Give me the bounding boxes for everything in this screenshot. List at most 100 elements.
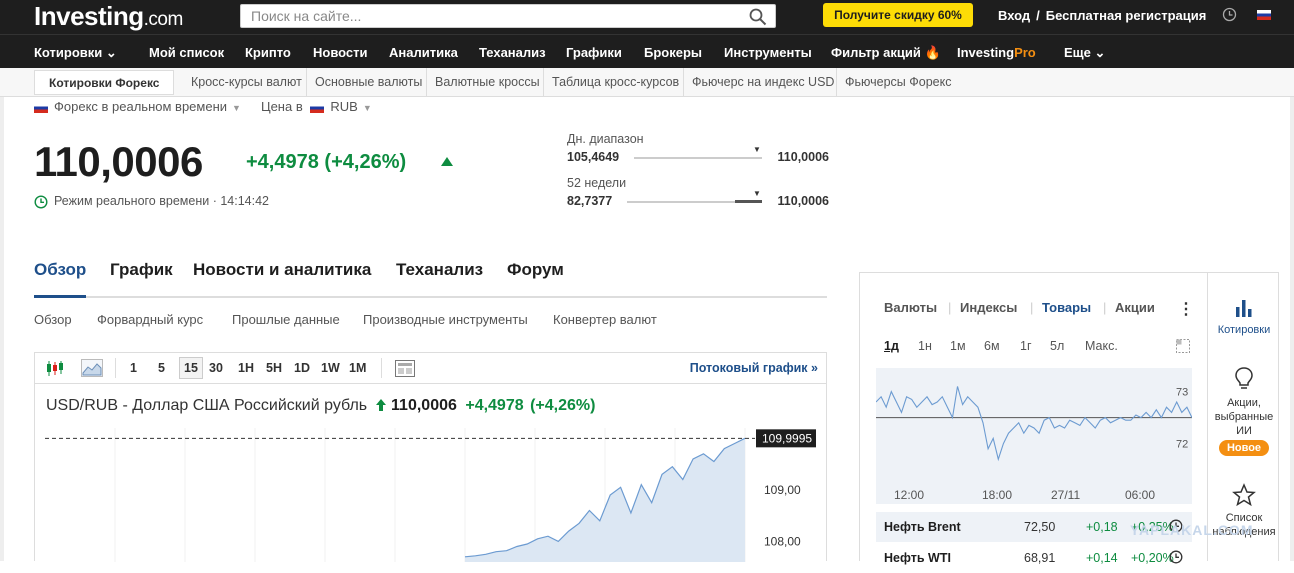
change-abs: +4,4978 bbox=[246, 151, 319, 173]
forex-subnav: Котировки Форекс Кросс-курсы валют Основ… bbox=[0, 68, 1294, 97]
day-low: 105,4649 bbox=[567, 150, 620, 164]
tab-commodities[interactable]: Товары bbox=[1042, 300, 1091, 315]
login-link[interactable]: Вход bbox=[998, 8, 1030, 23]
range-marker-icon: ▼ bbox=[753, 145, 761, 154]
nav-tools[interactable]: Инструменты bbox=[724, 45, 812, 60]
dropdown-arrow-icon[interactable]: ▼ bbox=[232, 103, 241, 113]
streaming-chart-link[interactable]: Потоковый график » bbox=[690, 361, 818, 375]
period-max[interactable]: Макс. bbox=[1085, 339, 1118, 353]
subnav-currency-crosses[interactable]: Валютные кроссы bbox=[435, 75, 540, 89]
y-tick-label: 109,00 bbox=[764, 483, 801, 497]
period-1w[interactable]: 1н bbox=[918, 339, 932, 353]
subnav-cross-rates[interactable]: Кросс-курсы валют bbox=[191, 75, 302, 89]
row-name[interactable]: Нефть WTI bbox=[884, 551, 951, 565]
interval-1m[interactable]: 1 bbox=[130, 361, 137, 375]
investing-logo[interactable]: Investing.com bbox=[34, 1, 183, 32]
candlestick-icon[interactable] bbox=[45, 360, 65, 377]
y-tick-label: 108,00 bbox=[764, 534, 801, 548]
tab-chart[interactable]: График bbox=[110, 260, 173, 280]
x-tick-label: 06:00 bbox=[1125, 488, 1155, 502]
nav-analytics[interactable]: Аналитика bbox=[389, 45, 458, 60]
tab-stocks[interactable]: Акции bbox=[1115, 300, 1155, 315]
tab-news[interactable]: Новости и аналитика bbox=[193, 260, 371, 280]
subnav-cross-table[interactable]: Таблица кросс-курсов bbox=[552, 75, 679, 89]
ai-picks-label: ИИ bbox=[1236, 425, 1252, 437]
subnav-usd-index-futures[interactable]: Фьючерс на индекс USD bbox=[692, 75, 834, 89]
interval-15m[interactable]: 15 bbox=[179, 357, 203, 379]
subtab-overview[interactable]: Обзор bbox=[34, 312, 72, 327]
area-chart-icon[interactable] bbox=[81, 359, 103, 377]
nav-technical[interactable]: Теханализ bbox=[479, 45, 546, 60]
sidebar-ai-picks[interactable]: Акции, выбранные ИИ Новое bbox=[1208, 366, 1280, 456]
sidebar-quotes[interactable]: Котировки bbox=[1208, 297, 1280, 337]
interval-1h[interactable]: 1H bbox=[238, 361, 254, 375]
subtab-historical[interactable]: Прошлые данные bbox=[232, 312, 340, 327]
dropdown-arrow-icon[interactable]: ▼ bbox=[363, 103, 372, 113]
table-row[interactable]: Нефть WTI 68,91 +0,14 +0,20% bbox=[876, 543, 1192, 573]
row-name[interactable]: Нефть Brent bbox=[884, 520, 961, 534]
tab-overview[interactable]: Обзор bbox=[34, 260, 86, 280]
change-pct: (+4,26%) bbox=[324, 151, 407, 173]
subtab-derivatives[interactable]: Производные инструменты bbox=[363, 312, 528, 327]
tab-currencies[interactable]: Валюты bbox=[884, 300, 937, 315]
nav-investing-pro[interactable]: InvestingPro bbox=[957, 45, 1036, 60]
interval-1mo[interactable]: 1M bbox=[349, 361, 366, 375]
register-link[interactable]: Бесплатная регистрация bbox=[1046, 8, 1207, 23]
right-sidebar: Котировки Акции, выбранные ИИ Новое Спис… bbox=[1207, 272, 1279, 561]
subnav-forex-quotes[interactable]: Котировки Форекс bbox=[34, 70, 175, 95]
nav-more[interactable]: Еще ⌄ bbox=[1064, 45, 1105, 61]
brent-mini-chart[interactable]: 73 72 12:00 18:00 27/11 06:00 bbox=[876, 368, 1192, 508]
chevron-down-icon: ⌄ bbox=[105, 45, 117, 60]
period-1d[interactable]: 1д bbox=[884, 339, 899, 353]
interval-1d[interactable]: 1D bbox=[294, 361, 310, 375]
tab-forum[interactable]: Форум bbox=[507, 260, 564, 280]
nav-charts[interactable]: Графики bbox=[566, 45, 622, 60]
nav-news[interactable]: Новости bbox=[313, 45, 368, 60]
chart-change: +4,4978 bbox=[465, 397, 524, 414]
market-label[interactable]: Форекс в реальном времени bbox=[54, 99, 227, 114]
watermark: YAPLAKAL.COM bbox=[1130, 522, 1254, 538]
subnav-forex-futures[interactable]: Фьючерсы Форекс bbox=[845, 75, 951, 89]
language-flag-icon[interactable] bbox=[1257, 10, 1271, 20]
more-options-icon[interactable]: ⋮ bbox=[1178, 299, 1194, 319]
fullscreen-icon[interactable] bbox=[395, 360, 415, 377]
week52-label: 52 недели bbox=[567, 176, 627, 190]
x-tick-label: 12:00 bbox=[894, 488, 924, 502]
day-range-label: Дн. диапазон bbox=[567, 132, 644, 146]
interval-5h[interactable]: 5H bbox=[266, 361, 282, 375]
tab-indices[interactable]: Индексы bbox=[960, 300, 1017, 315]
tab-separator: | bbox=[1103, 300, 1107, 315]
pro-label-main: Investing bbox=[957, 45, 1015, 60]
logo-main: Investing bbox=[34, 1, 144, 31]
tab-technical[interactable]: Теханализ bbox=[396, 260, 483, 280]
chevron-down-icon: ⌄ bbox=[1094, 45, 1106, 60]
nav-watchlist[interactable]: Мой список bbox=[149, 45, 224, 60]
last-price: 110,0006 bbox=[34, 138, 203, 185]
interval-5m[interactable]: 5 bbox=[158, 361, 165, 375]
last-price-label: 109,9995 bbox=[762, 431, 812, 445]
interval-30m[interactable]: 30 bbox=[209, 361, 223, 375]
search-icon[interactable] bbox=[749, 8, 767, 26]
period-1m[interactable]: 1м bbox=[950, 339, 966, 353]
nav-brokers[interactable]: Брокеры bbox=[644, 45, 702, 60]
logo-suffix: .com bbox=[143, 9, 184, 30]
subtab-converter[interactable]: Конвертер валют bbox=[553, 312, 657, 327]
period-6m[interactable]: 6м bbox=[984, 339, 1000, 353]
period-1y[interactable]: 1г bbox=[1020, 339, 1032, 353]
sidebar-quotes-label: Котировки bbox=[1217, 324, 1271, 336]
clock-icon[interactable] bbox=[1222, 7, 1237, 22]
search-input[interactable] bbox=[241, 5, 731, 27]
nav-quotes[interactable]: Котировки ⌄ bbox=[34, 45, 117, 61]
nav-screener[interactable]: Фильтр акций 🔥 bbox=[831, 45, 941, 61]
nav-crypto[interactable]: Крипто bbox=[245, 45, 291, 60]
promo-button[interactable]: Получите скидку 60% bbox=[823, 3, 973, 27]
toolbar-divider bbox=[381, 358, 382, 378]
interval-1w[interactable]: 1W bbox=[321, 361, 340, 375]
expand-icon[interactable] bbox=[1176, 339, 1190, 353]
right-gutter bbox=[1290, 97, 1294, 561]
period-5y[interactable]: 5л bbox=[1050, 339, 1064, 353]
subnav-major[interactable]: Основные валюты bbox=[315, 75, 422, 89]
usd-rub-area-chart[interactable]: 109,9995 109,00 108,00 bbox=[45, 428, 816, 562]
subtab-forward[interactable]: Форвардный курс bbox=[97, 312, 203, 327]
currency-selector[interactable]: RUB bbox=[330, 99, 357, 114]
